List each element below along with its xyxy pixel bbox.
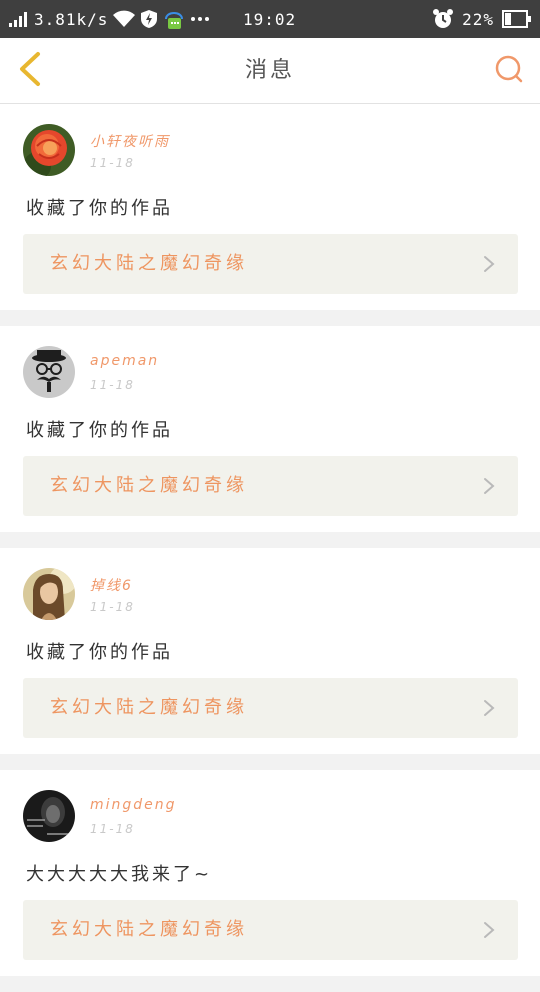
battery-percent: 22% [462, 9, 494, 29]
username[interactable]: mingdeng [90, 797, 177, 813]
timestamp: 11-18 [90, 156, 135, 170]
chevron-right-icon [484, 478, 495, 494]
work-link[interactable]: 玄幻大陆之魔幻奇缘 [23, 900, 518, 960]
status-bar-left: 3.81k/s [8, 0, 210, 38]
work-link[interactable]: 玄幻大陆之魔幻奇缘 [23, 234, 518, 294]
message-card: 掉线6 11-18 收藏了你的作品 玄幻大陆之魔幻奇缘 [0, 548, 540, 754]
search-icon [494, 54, 524, 88]
work-title: 玄幻大陆之魔幻奇缘 [50, 253, 248, 274]
message-text: 收藏了你的作品 [26, 420, 173, 441]
message-text: 收藏了你的作品 [26, 198, 173, 219]
work-title: 玄幻大陆之魔幻奇缘 [50, 475, 248, 496]
back-button[interactable] [12, 52, 46, 90]
timestamp: 11-18 [90, 822, 135, 836]
status-bar: 3.81k/s 19:02 22% [0, 0, 540, 38]
more-dots-icon [190, 16, 210, 22]
page-title: 消息 [244, 58, 295, 83]
username[interactable]: 掉线6 [90, 575, 133, 595]
shield-icon [140, 9, 158, 29]
work-title: 玄幻大陆之魔幻奇缘 [50, 919, 248, 940]
wifi-icon [112, 10, 136, 28]
chevron-left-icon [16, 51, 42, 91]
work-link[interactable]: 玄幻大陆之魔幻奇缘 [23, 456, 518, 516]
message-text: 收藏了你的作品 [26, 642, 173, 663]
chevron-right-icon [484, 922, 495, 938]
work-link[interactable]: 玄幻大陆之魔幻奇缘 [23, 678, 518, 738]
message-card: 小轩夜听雨 11-18 收藏了你的作品 玄幻大陆之魔幻奇缘 [0, 104, 540, 310]
dark-portrait-avatar[interactable] [23, 790, 75, 842]
alarm-icon [432, 8, 454, 30]
username[interactable]: apeman [90, 353, 159, 369]
search-button[interactable] [492, 54, 526, 88]
header-bar: 消息 [0, 38, 540, 104]
battery-icon [502, 10, 532, 28]
mustache-man-avatar[interactable] [23, 346, 75, 398]
message-list: 小轩夜听雨 11-18 收藏了你的作品 玄幻大陆之魔幻奇缘 apeman 11-… [0, 104, 540, 992]
message-text: 大大大大大我来了~ [26, 864, 213, 885]
message-card: mingdeng 11-18 大大大大大我来了~ 玄幻大陆之魔幻奇缘 [0, 770, 540, 976]
status-bar-center: 19:02 [243, 0, 296, 38]
network-speed: 3.81k/s [34, 9, 109, 29]
rose-avatar[interactable] [23, 124, 75, 176]
message-card: apeman 11-18 收藏了你的作品 玄幻大陆之魔幻奇缘 [0, 326, 540, 532]
username[interactable]: 小轩夜听雨 [90, 131, 170, 151]
timestamp: 11-18 [90, 600, 135, 614]
girl-portrait-avatar[interactable] [23, 568, 75, 620]
chevron-right-icon [484, 256, 495, 272]
chat-bubble-icon [162, 6, 186, 32]
signal-icon [8, 11, 30, 27]
clock: 19:02 [243, 9, 297, 29]
timestamp: 11-18 [90, 378, 135, 392]
work-title: 玄幻大陆之魔幻奇缘 [50, 697, 248, 718]
chevron-right-icon [484, 700, 495, 716]
status-bar-right: 22% [432, 0, 532, 38]
